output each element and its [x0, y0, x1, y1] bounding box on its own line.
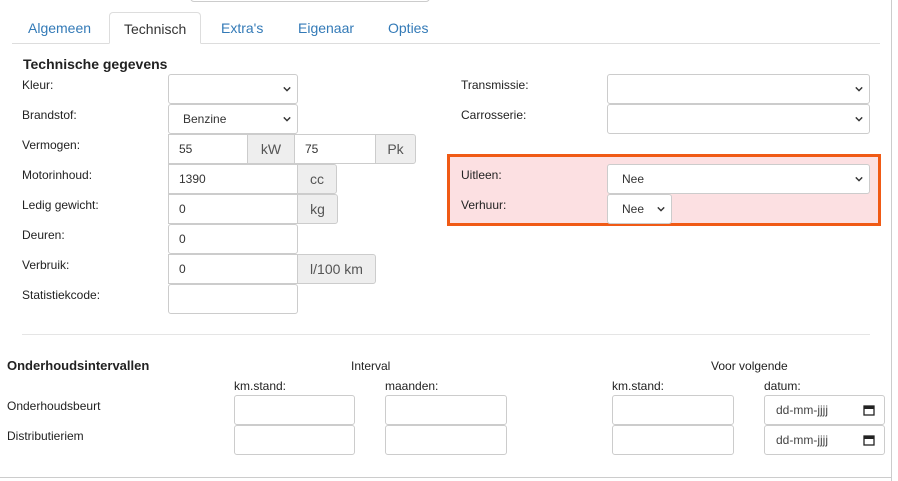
next-header: Voor volgende: [711, 359, 788, 373]
chevron-down-icon: [283, 116, 291, 122]
uitleen-label: Uitleen:: [461, 168, 502, 182]
deuren-label: Deuren:: [22, 228, 65, 242]
onderhoudsbeurt-label: Onderhoudsbeurt: [7, 399, 101, 413]
onderhoudsbeurt-months-input[interactable]: [385, 395, 507, 425]
ledig-gewicht-input[interactable]: 0: [168, 194, 298, 224]
motorinhoud-label: Motorinhoud:: [22, 168, 93, 182]
pk-unit: Pk: [375, 134, 416, 164]
verhuur-select[interactable]: Nee: [607, 194, 672, 224]
tab-extras[interactable]: Extra's: [207, 12, 277, 44]
chevron-down-icon: [657, 206, 665, 212]
onderhoudsbeurt-km-next-input[interactable]: [612, 395, 734, 425]
uitleen-select[interactable]: Nee: [607, 164, 870, 194]
section-title: Technische gegevens: [23, 56, 168, 72]
brandstof-value: Benzine: [183, 112, 227, 126]
distributieriem-months-input[interactable]: [385, 425, 507, 455]
verbruik-label: Verbruik:: [22, 258, 70, 272]
chevron-down-icon: [283, 86, 291, 92]
interval-header: Interval: [351, 359, 391, 373]
vermogen-label: Vermogen:: [22, 138, 81, 152]
distributieriem-label: Distributieriem: [7, 429, 84, 443]
date-placeholder: dd-mm-jjjj: [776, 433, 828, 447]
tab-opties[interactable]: Opties: [374, 12, 442, 44]
kg-unit: kg: [297, 194, 338, 224]
kw-unit: kW: [247, 134, 295, 164]
tab-bar: Algemeen Technisch Extra's Eigenaar Opti…: [12, 12, 880, 44]
verhuur-label: Verhuur:: [461, 198, 507, 212]
vermogen-kw-input[interactable]: 55: [168, 134, 248, 164]
kleur-label: Kleur:: [22, 78, 54, 92]
calendar-icon[interactable]: [863, 404, 875, 416]
col-km-header: km.stand:: [234, 379, 287, 393]
tab-eigenaar[interactable]: Eigenaar: [284, 12, 368, 44]
statistiekcode-input[interactable]: [168, 284, 298, 314]
motorinhoud-input[interactable]: 1390: [168, 164, 298, 194]
carrosserie-select[interactable]: [607, 104, 870, 134]
verbruik-unit: l/100 km: [297, 254, 376, 284]
col-km-next-header: km.stand:: [612, 379, 665, 393]
vermogen-pk-input[interactable]: 75: [294, 134, 376, 164]
col-date-header: datum:: [764, 379, 801, 393]
distributieriem-date-input[interactable]: dd-mm-jjjj: [764, 425, 885, 455]
distributieriem-km-input[interactable]: [234, 425, 355, 455]
brandstof-select[interactable]: Benzine: [168, 104, 298, 134]
kleur-select[interactable]: [168, 74, 298, 104]
statistiekcode-label: Statistiekcode:: [22, 288, 101, 302]
verbruik-input[interactable]: 0: [168, 254, 298, 284]
maintenance-title: Onderhoudsintervallen: [7, 358, 150, 373]
transmissie-label: Transmissie:: [461, 78, 529, 92]
panel-right-border: [891, 0, 892, 481]
section-divider: [22, 334, 870, 335]
deuren-input[interactable]: 0: [168, 224, 298, 254]
tab-technisch[interactable]: Technisch: [109, 12, 202, 44]
transmissie-select[interactable]: [607, 74, 870, 104]
calendar-icon[interactable]: [863, 434, 875, 446]
chevron-down-icon: [855, 116, 863, 122]
col-months-header: maanden:: [385, 379, 439, 393]
panel-bottom-border: [0, 477, 891, 478]
chevron-down-icon: [855, 176, 863, 182]
ledig-gewicht-label: Ledig gewicht:: [22, 198, 99, 212]
onderhoudsbeurt-km-input[interactable]: [234, 395, 355, 425]
carrosserie-label: Carrosserie:: [461, 108, 527, 122]
distributieriem-km-next-input[interactable]: [612, 425, 734, 455]
cc-unit: cc: [297, 164, 337, 194]
tab-algemeen[interactable]: Algemeen: [14, 12, 105, 44]
date-placeholder: dd-mm-jjjj: [776, 403, 828, 417]
onderhoudsbeurt-date-input[interactable]: dd-mm-jjjj: [764, 395, 885, 425]
chevron-down-icon: [855, 86, 863, 92]
brandstof-label: Brandstof:: [22, 108, 77, 122]
verhuur-value: Nee: [622, 202, 645, 216]
uitleen-value: Nee: [622, 172, 645, 186]
top-input-partial[interactable]: [190, 0, 430, 2]
